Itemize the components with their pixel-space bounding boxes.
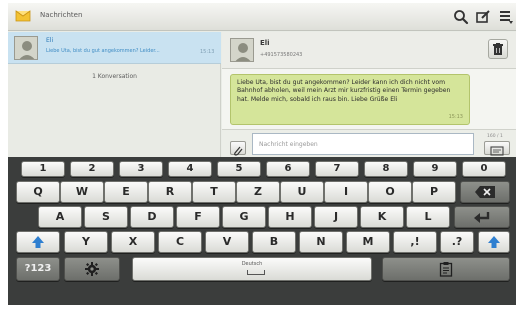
character-counter: 160 / 1 (487, 134, 503, 139)
key-s[interactable]: S (84, 206, 128, 228)
onscreen-keyboard: 1 2 3 4 5 6 7 8 9 0 Q W E R T Z U I O P … (8, 157, 516, 305)
conversation-name: Eli (46, 37, 54, 44)
key-y[interactable]: Y (64, 231, 108, 253)
conversation-list: Eli Liebe Uta, bist du gut angekommen? L… (8, 32, 221, 157)
key-o[interactable]: O (368, 181, 412, 203)
key-6[interactable]: 6 (266, 161, 310, 177)
key-d[interactable]: D (130, 206, 174, 228)
message-bubble[interactable]: Liebe Uta, bist du gut angekommen? Leide… (230, 74, 470, 125)
clipboard-key[interactable] (382, 257, 510, 281)
key-a[interactable]: A (38, 206, 82, 228)
shift-arrow-icon (488, 236, 500, 248)
gear-icon (85, 262, 99, 276)
conversation-preview: Liebe Uta, bist du gut angekommen? Leide… (46, 48, 160, 54)
shift-key-left[interactable] (16, 231, 60, 253)
enter-icon (474, 212, 490, 223)
clipboard-icon (439, 262, 453, 277)
key-period[interactable]: .? (440, 231, 474, 253)
send-button[interactable] (484, 141, 510, 156)
avatar[interactable] (230, 38, 254, 62)
backspace-key[interactable] (460, 181, 510, 203)
key-u[interactable]: U (280, 181, 324, 203)
key-3[interactable]: 3 (119, 161, 163, 177)
key-b[interactable]: B (252, 231, 296, 253)
enter-key[interactable] (454, 206, 510, 228)
paperclip-icon (234, 146, 243, 156)
attach-button[interactable] (230, 141, 246, 156)
contact-number: +491573580243 (260, 52, 303, 58)
conversation-time: 15:13 (200, 49, 215, 55)
space-key-language: Deutsch (241, 261, 263, 267)
key-q[interactable]: Q (16, 181, 60, 203)
key-l[interactable]: L (406, 206, 450, 228)
key-j[interactable]: J (314, 206, 358, 228)
key-k[interactable]: K (360, 206, 404, 228)
key-f[interactable]: F (176, 206, 220, 228)
message-text: Liebe Uta, bist du gut angekommen? Leide… (237, 79, 451, 103)
trash-icon (493, 43, 503, 55)
key-m[interactable]: M (346, 231, 390, 253)
space-key[interactable]: Deutsch (132, 257, 372, 281)
avatar (14, 36, 38, 60)
compose-icon[interactable] (474, 8, 492, 26)
key-x[interactable]: X (111, 231, 155, 253)
key-1[interactable]: 1 (21, 161, 65, 177)
key-t[interactable]: T (192, 181, 236, 203)
key-9[interactable]: 9 (413, 161, 457, 177)
key-5[interactable]: 5 (217, 161, 261, 177)
message-time: 15:13 (448, 114, 463, 120)
key-w[interactable]: W (60, 181, 104, 203)
backspace-icon (475, 186, 495, 198)
settings-key[interactable] (64, 257, 120, 281)
conversation-count: 1 Konversation (92, 73, 137, 80)
contact-name: Eli (260, 39, 270, 47)
shift-key-right[interactable] (478, 231, 510, 253)
chat-pane: Eli +491573580243 Liebe Uta, bist du gut… (222, 32, 516, 157)
chat-header: Eli +491573580243 (222, 32, 516, 69)
key-v[interactable]: V (205, 231, 249, 253)
space-icon (247, 270, 265, 275)
key-r[interactable]: R (148, 181, 192, 203)
compose-bar: 160 / 1 (222, 129, 516, 157)
symbols-key[interactable]: ?123 (16, 257, 60, 281)
key-g[interactable]: G (222, 206, 266, 228)
delete-button[interactable] (488, 39, 508, 59)
contact-placeholder-icon (231, 39, 253, 61)
messaging-screen: Nachrichten Eli Liebe Uta, bist du gut a… (8, 3, 516, 305)
menu-icon[interactable] (497, 8, 515, 26)
message-input[interactable] (252, 133, 474, 155)
key-c[interactable]: C (158, 231, 202, 253)
key-e[interactable]: E (104, 181, 148, 203)
send-message-icon (490, 146, 504, 156)
key-n[interactable]: N (299, 231, 343, 253)
key-p[interactable]: P (412, 181, 456, 203)
search-icon[interactable] (452, 8, 470, 26)
shift-arrow-icon (32, 236, 44, 248)
app-title: Nachrichten (40, 11, 83, 19)
key-7[interactable]: 7 (315, 161, 359, 177)
envelope-icon[interactable] (15, 9, 31, 22)
contact-placeholder-icon (15, 37, 37, 59)
key-i[interactable]: I (324, 181, 368, 203)
key-8[interactable]: 8 (364, 161, 408, 177)
key-2[interactable]: 2 (70, 161, 114, 177)
key-4[interactable]: 4 (168, 161, 212, 177)
key-z[interactable]: Z (236, 181, 280, 203)
action-bar: Nachrichten (8, 3, 516, 31)
key-h[interactable]: H (268, 206, 312, 228)
conversation-item[interactable]: Eli Liebe Uta, bist du gut angekommen? L… (8, 32, 221, 64)
key-0[interactable]: 0 (462, 161, 506, 177)
key-comma[interactable]: ,! (393, 231, 437, 253)
